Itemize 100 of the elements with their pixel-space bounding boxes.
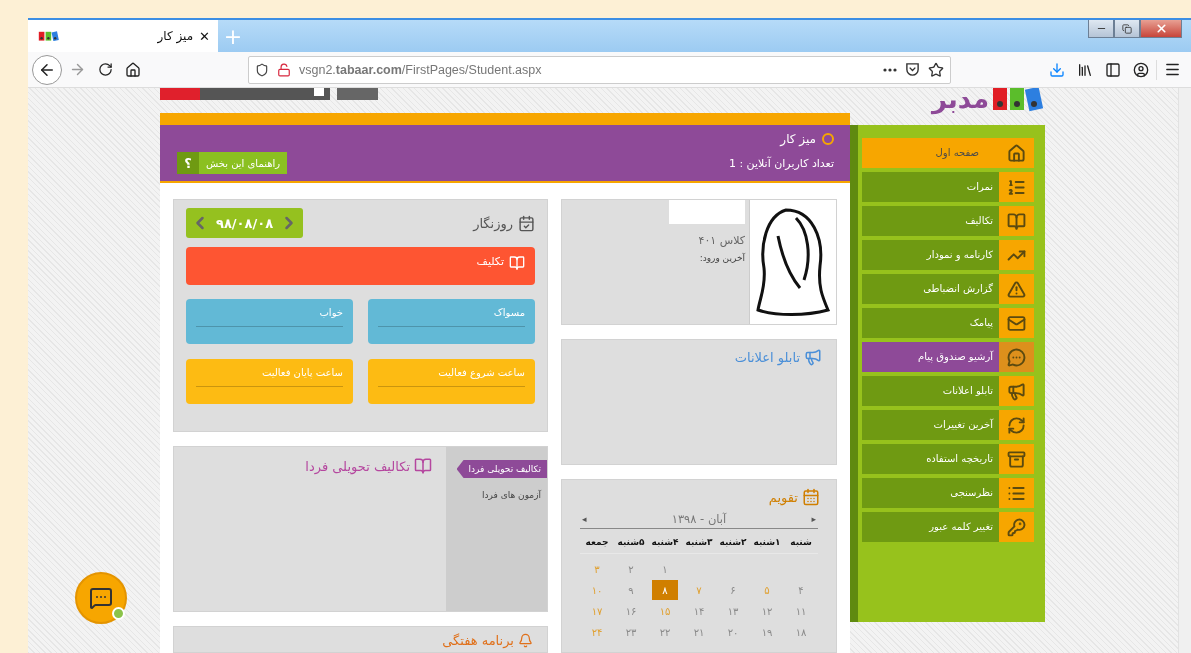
calendar-day[interactable]: ۲: [618, 559, 644, 579]
homework-button[interactable]: تکلیف: [186, 247, 535, 285]
month-label: آبان - ۱۳۹۸: [671, 512, 727, 526]
calendar-day[interactable]: ۸: [652, 580, 678, 600]
close-tab-button[interactable]: ✕: [199, 28, 210, 44]
weekday-label: ۴شنبه: [648, 529, 682, 554]
calendar-day[interactable]: ۱۰: [584, 580, 610, 600]
calendar-day[interactable]: ۱۳: [720, 601, 746, 621]
calendar-day[interactable]: ۱۵: [652, 601, 678, 621]
section-help-button[interactable]: راهنمای این بخش ؟: [177, 152, 288, 174]
reload-icon: [97, 62, 113, 77]
back-button[interactable]: [32, 54, 62, 85]
date-picker[interactable]: ۹۸/۰۸/۰۸: [186, 208, 304, 238]
sidebar-item[interactable]: تاریخچه استفاده: [862, 444, 1034, 474]
side-tab[interactable]: تکالیف تحویلی فردا: [456, 460, 547, 478]
chat-icon: [1007, 347, 1026, 367]
sidebar-item[interactable]: تغییر کلمه عبور: [862, 512, 1034, 542]
sidebar-item[interactable]: آرشیو صندوق پیام: [862, 342, 1034, 372]
next-month-button[interactable]: ◂: [582, 514, 587, 524]
home-icon: [125, 61, 141, 78]
sidebar-item[interactable]: پیامک: [862, 308, 1034, 338]
weekly-title: برنامه هفتگی: [442, 633, 514, 648]
calendar-day[interactable]: ۱۴: [686, 601, 712, 621]
calendar-day[interactable]: ۱۹: [754, 622, 780, 642]
calendar-day[interactable]: ۲۱: [686, 622, 712, 642]
numbered-list-icon: [1007, 177, 1026, 197]
tab-title: میز کار: [157, 29, 194, 43]
scrollbar[interactable]: [1178, 88, 1191, 653]
sidebar-item[interactable]: گزارش انضباطی: [862, 274, 1034, 304]
pocket-icon: [905, 62, 920, 77]
sidebar-item[interactable]: آخرین تغییرات: [862, 410, 1034, 440]
mail-icon: [1007, 313, 1026, 333]
class-name: کلاس ۴۰۱: [697, 234, 745, 247]
url-text: vsgn2.tabaar.com/FirstPages/Student.aspx: [299, 62, 542, 77]
calendar-day[interactable]: ۱۱: [788, 601, 814, 621]
calendar-day[interactable]: ۴: [788, 580, 814, 600]
calendar-day[interactable]: ۳: [584, 559, 610, 579]
browser-tab[interactable]: میز کار ✕: [28, 20, 218, 52]
address-field[interactable]: vsgn2.tabaar.com/FirstPages/Student.aspx: [248, 55, 951, 84]
logo-text: مدبر: [931, 88, 989, 114]
activity-field[interactable]: خواب: [186, 299, 353, 344]
weekday-label: ۵شنبه: [614, 529, 648, 554]
favicon-icon: [38, 30, 60, 42]
calendar-day[interactable]: ۲۴: [584, 622, 610, 642]
sidebar-item[interactable]: تابلو اعلانات: [862, 376, 1034, 406]
restore-icon: [1122, 23, 1132, 34]
activity-field[interactable]: مسواک: [368, 299, 535, 344]
sidebar-item[interactable]: نظرسنجی: [862, 478, 1034, 508]
book-icon: [509, 255, 525, 271]
book-icon: [414, 457, 432, 475]
calendar-title: تقویم: [768, 489, 798, 505]
sidebar-item[interactable]: کارنامه و نمودار: [862, 240, 1034, 270]
sidebar-item[interactable]: صفحه اول: [862, 138, 1034, 168]
announcements-title: تابلو اعلانات: [734, 349, 800, 365]
calendar-day[interactable]: ۹: [618, 580, 644, 600]
close-window-button[interactable]: [1140, 20, 1182, 38]
activity-field[interactable]: ساعت پایان فعالیت: [186, 359, 353, 404]
weekday-label: شنبه: [784, 529, 818, 554]
diary-title: روزنگار: [473, 215, 513, 231]
minimize-button[interactable]: [1088, 20, 1114, 38]
calendar-day[interactable]: ۶: [720, 580, 746, 600]
side-tab[interactable]: آزمون های فردا: [476, 490, 547, 500]
weekday-label: جمعه: [580, 529, 614, 554]
shield-icon: [255, 62, 269, 77]
book-icon: [1007, 211, 1026, 231]
sidebar-item[interactable]: نمرات: [862, 172, 1034, 202]
online-users-count: تعداد کاربران آنلاین : 1: [728, 156, 834, 170]
status-dot: [112, 607, 125, 620]
sidebar-item[interactable]: تکالیف: [862, 206, 1034, 236]
archive-icon: [1007, 449, 1026, 469]
restore-button[interactable]: [1114, 20, 1140, 38]
star-icon: [928, 61, 944, 78]
home-icon: [1007, 143, 1026, 163]
calendar-day[interactable]: ۱۶: [618, 601, 644, 621]
calendar-day[interactable]: ۲۲: [652, 622, 678, 642]
calendar-day[interactable]: ۷: [686, 580, 712, 600]
calendar-day[interactable]: ۱۸: [788, 622, 814, 642]
calendar-day[interactable]: ۱: [652, 559, 678, 579]
calendar-day[interactable]: ۵: [754, 580, 780, 600]
calendar-day[interactable]: ۲۰: [720, 622, 746, 642]
new-tab-button[interactable]: +: [218, 20, 248, 52]
account-icon: [1133, 61, 1149, 78]
previous-month-button[interactable]: ▸: [811, 514, 816, 524]
bell-icon: [518, 633, 533, 648]
calendar-day[interactable]: ۱۲: [754, 601, 780, 621]
calendar-day[interactable]: ۱۷: [584, 601, 610, 621]
sidebar-icon: [1105, 61, 1121, 78]
weekday-label: ۱شنبه: [750, 529, 784, 554]
key-icon: [1007, 517, 1026, 537]
menu-bar-item: [337, 88, 378, 100]
megaphone-icon: [804, 348, 822, 366]
calendar-icon: [802, 488, 820, 506]
last-login-label: آخرین ورود:: [698, 253, 745, 263]
calendar-check-icon: [518, 214, 535, 232]
refresh-icon: [1007, 415, 1026, 435]
activity-field[interactable]: ساعت شروع فعالیت: [368, 359, 535, 404]
circle-icon: [822, 133, 834, 145]
calendar-day[interactable]: ۲۳: [618, 622, 644, 642]
more-icon: [883, 67, 897, 72]
menu-icon: [1163, 61, 1181, 78]
